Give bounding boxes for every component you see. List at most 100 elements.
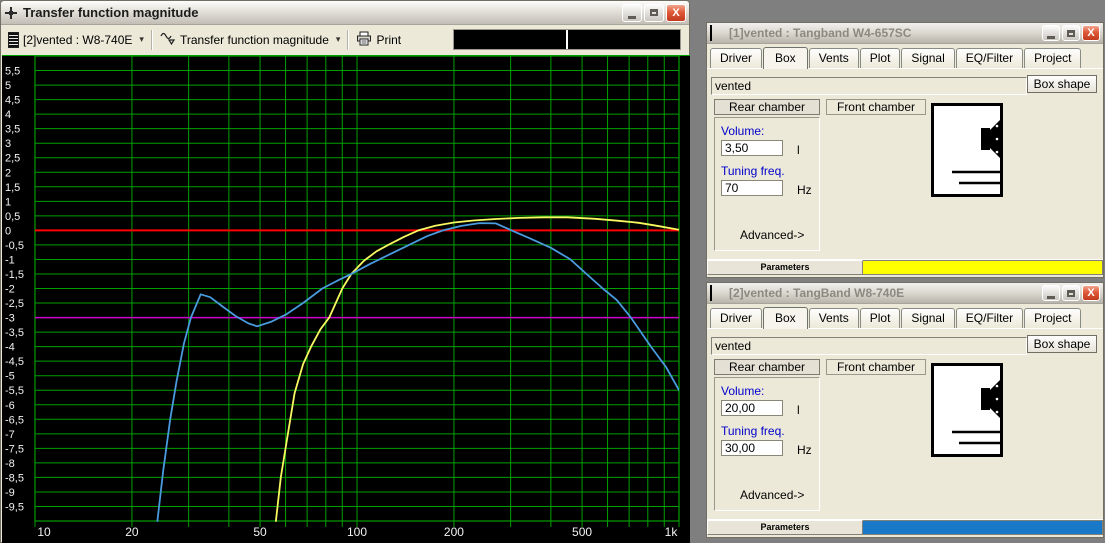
box-type-field[interactable]: vented (711, 77, 1027, 95)
box-shape-button[interactable]: Box shape (1027, 75, 1097, 93)
progress-bar (863, 520, 1103, 535)
volume-unit: l (797, 403, 800, 417)
box-diagram (931, 103, 1003, 197)
transfer-function-window: Transfer function magnitude X [2]vented … (0, 0, 690, 543)
tab-strip: Driver Box Vents Plot Signal EQ/Filter Project (707, 304, 1103, 329)
minimize-button[interactable] (622, 3, 642, 22)
graph-type-value: Transfer function magnitude (179, 32, 329, 47)
svg-text:500: 500 (572, 525, 592, 539)
project-2-title-bar[interactable]: [2]vented : TangBand W8-740E X (707, 283, 1103, 304)
chart-plot-area[interactable]: 5,5 5 4,5 4 3,5 3 2,5 2 1,5 1 0,5 0 -0,5 -1 -1,5 -2 -2,5… (2, 55, 690, 543)
tab-signal[interactable]: Signal (901, 308, 955, 328)
svg-text:-3: -3 (5, 313, 15, 325)
volume-input[interactable] (721, 140, 783, 156)
box-tab-panel: vented Box shape Rear chamber Front cham… (707, 329, 1103, 515)
maximize-button[interactable] (644, 3, 664, 22)
legend-panel-2 (566, 30, 680, 49)
close-button[interactable]: X (1082, 25, 1100, 41)
svg-text:-8: -8 (5, 458, 15, 470)
svg-text:-9,5: -9,5 (5, 501, 24, 513)
front-chamber-button[interactable]: Front chamber (826, 359, 926, 375)
tab-box[interactable]: Box (763, 307, 808, 329)
svg-text:-7: -7 (5, 429, 15, 441)
svg-text:1,5: 1,5 (5, 182, 20, 194)
tab-driver[interactable]: Driver (710, 48, 762, 68)
svg-text:1k: 1k (665, 525, 679, 539)
svg-text:5,5: 5,5 (5, 66, 20, 78)
parameters-status: Parameters (707, 260, 863, 275)
tab-project[interactable]: Project (1024, 48, 1082, 68)
tuning-freq-unit: Hz (797, 443, 812, 457)
advanced-link[interactable]: Advanced-> (740, 228, 804, 242)
print-button[interactable]: Print (352, 29, 405, 51)
svg-text:4: 4 (5, 109, 11, 121)
tab-strip: Driver Box Vents Plot Signal EQ/Filter Project (707, 44, 1103, 69)
svg-text:10: 10 (37, 525, 51, 539)
tab-vents[interactable]: Vents (808, 308, 859, 328)
front-chamber-button[interactable]: Front chamber (826, 99, 926, 115)
project-2-title: [2]vented : TangBand W8-740E (729, 286, 905, 300)
svg-text:-4: -4 (5, 342, 15, 354)
plot-window-title: Transfer function magnitude (23, 5, 199, 20)
tab-eq-filter[interactable]: EQ/Filter (955, 308, 1024, 328)
svg-text:-0,5: -0,5 (5, 240, 24, 252)
project-1-title-bar[interactable]: [1]vented : Tangband W4-657SC X (707, 23, 1103, 44)
tuning-freq-input[interactable] (721, 180, 783, 196)
svg-text:-7,5: -7,5 (5, 443, 24, 455)
status-bar: Parameters (707, 519, 1103, 535)
svg-text:1: 1 (5, 196, 11, 208)
box-tab-panel: vented Box shape Rear chamber Front cham… (707, 69, 1103, 255)
svg-text:5: 5 (5, 80, 11, 92)
project-1-title: [1]vented : Tangband W4-657SC (729, 26, 912, 40)
crosshair-icon (4, 6, 18, 20)
svg-text:20: 20 (125, 525, 139, 539)
advanced-link[interactable]: Advanced-> (740, 488, 804, 502)
chamber-parameters-group: Volume: l Tuning freq. Hz Advanced-> (714, 117, 820, 251)
project-icon (8, 31, 19, 48)
volume-input[interactable] (721, 400, 783, 416)
parameters-status: Parameters (707, 520, 863, 535)
chamber-parameters-group: Volume: l Tuning freq. Hz Advanced-> (714, 377, 820, 511)
svg-text:100: 100 (347, 525, 367, 539)
plot-window-title-bar[interactable]: Transfer function magnitude X (1, 1, 689, 25)
tuning-freq-unit: Hz (797, 183, 812, 197)
box-type-field[interactable]: vented (711, 337, 1027, 355)
maximize-button[interactable] (1062, 285, 1080, 301)
tab-project[interactable]: Project (1024, 308, 1082, 328)
tuning-freq-input[interactable] (721, 440, 783, 456)
project-selector-dropdown[interactable]: [2]vented : W8-740E ▾ (4, 30, 148, 50)
svg-text:4,5: 4,5 (5, 95, 20, 107)
rear-chamber-button[interactable]: Rear chamber (714, 99, 820, 115)
toolbar-separator (150, 29, 153, 50)
svg-text:-2,5: -2,5 (5, 298, 24, 310)
toolbar-separator (347, 29, 350, 50)
chevron-down-icon: ▾ (139, 34, 144, 44)
svg-text:-1: -1 (5, 254, 15, 266)
tab-signal[interactable]: Signal (901, 48, 955, 68)
legend-panels (453, 29, 681, 50)
tab-vents[interactable]: Vents (808, 48, 859, 68)
svg-text:-1,5: -1,5 (5, 269, 24, 281)
close-button[interactable]: X (1082, 285, 1100, 301)
close-button[interactable]: X (666, 3, 686, 22)
tab-box[interactable]: Box (763, 47, 808, 69)
minimize-button[interactable] (1042, 285, 1060, 301)
project-window-2: [2]vented : TangBand W8-740E X Driver Box… (706, 282, 1104, 538)
tab-plot[interactable]: Plot (859, 48, 901, 68)
box-shape-button[interactable]: Box shape (1027, 335, 1097, 353)
graph-type-dropdown[interactable]: Transfer function magnitude ▾ (156, 29, 345, 50)
window-icon (710, 25, 712, 41)
tab-plot[interactable]: Plot (859, 308, 901, 328)
project-window-1: [1]vented : Tangband W4-657SC X Driver Bo… (706, 22, 1104, 278)
volume-label: Volume: (721, 384, 765, 398)
minimize-button[interactable] (1042, 25, 1060, 41)
plot-toolbar: [2]vented : W8-740E ▾ Transfer function … (1, 25, 689, 54)
svg-text:-5,5: -5,5 (5, 385, 24, 397)
maximize-button[interactable] (1062, 25, 1080, 41)
rear-chamber-button[interactable]: Rear chamber (714, 359, 820, 375)
print-label: Print (376, 32, 402, 47)
tab-driver[interactable]: Driver (710, 308, 762, 328)
svg-text:-6: -6 (5, 400, 15, 412)
tab-eq-filter[interactable]: EQ/Filter (955, 48, 1024, 68)
svg-text:-5: -5 (5, 371, 15, 383)
